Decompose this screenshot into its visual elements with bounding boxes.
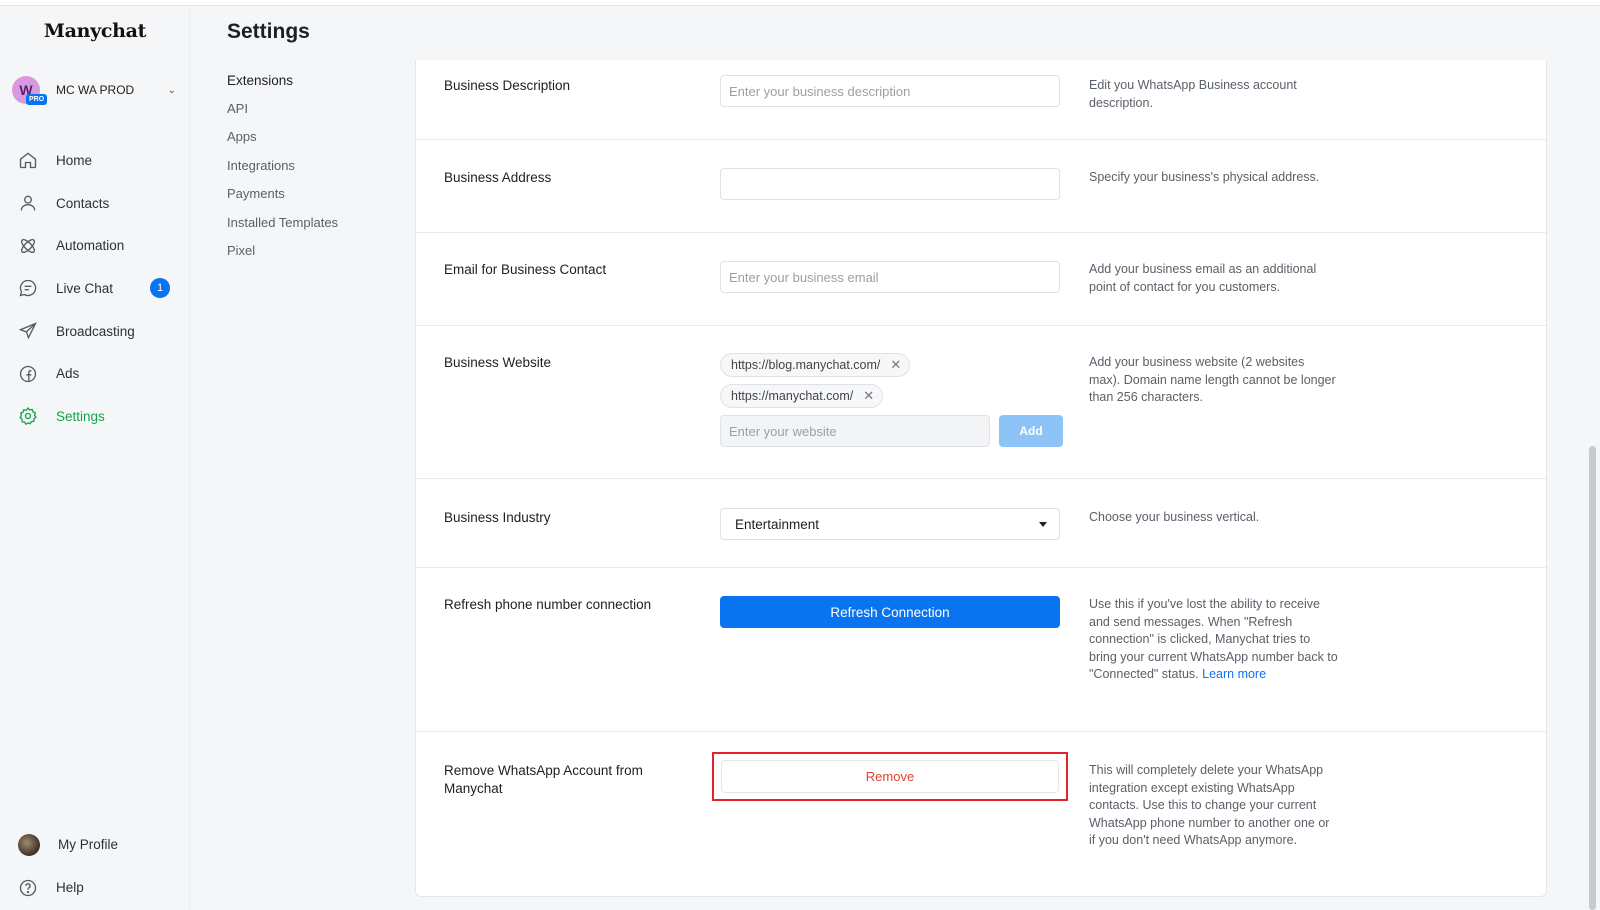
account-avatar: W PRO [12, 76, 48, 105]
pro-badge: PRO [26, 94, 48, 105]
home-icon [19, 152, 37, 169]
sidebar-item-label: Settings [56, 408, 105, 424]
sidebar-item-label: Ads [56, 366, 80, 382]
subnav-item-installed-templates[interactable]: Installed Templates [227, 208, 407, 236]
business-industry-select[interactable]: Entertainment [720, 508, 1060, 540]
website-input[interactable] [720, 415, 990, 447]
automation-icon [20, 238, 36, 253]
business-address-label: Business Address [444, 170, 552, 185]
profile-avatar [18, 833, 40, 856]
business-description-input[interactable] [720, 75, 1060, 107]
business-industry-label: Business Industry [444, 510, 551, 525]
remove-account-row: Remove WhatsApp Account from Manychat Re… [416, 732, 1546, 897]
close-icon[interactable]: ✕ [863, 388, 874, 404]
refresh-connection-help: Use this if you've lost the ability to r… [1089, 596, 1339, 684]
business-email-label: Email for Business Contact [444, 262, 607, 277]
business-address-input[interactable] [720, 168, 1060, 200]
add-website-button[interactable]: Add [999, 415, 1063, 447]
refresh-connection-button[interactable]: Refresh Connection [720, 596, 1060, 628]
website-chip-text: https://manychat.com/ [731, 389, 854, 403]
business-description-row: Business Description Edit you WhatsApp B… [416, 60, 1546, 140]
business-email-help: Add your business email as an additional… [1089, 262, 1317, 294]
send-icon [18, 322, 37, 340]
business-industry-value: Entertainment [735, 516, 820, 532]
business-description-help: Edit you WhatsApp Business account descr… [1089, 78, 1297, 110]
business-description-label: Business Description [444, 78, 571, 93]
website-chip: https://blog.manychat.com/ ✕ [720, 353, 911, 377]
sidebar-item-label: Contacts [56, 195, 110, 211]
manychat-logo[interactable]: Manychat [0, 20, 190, 42]
sidebar-item-contacts[interactable]: Contacts [0, 182, 190, 225]
window-top-edge [0, 0, 1600, 6]
website-chip: https://manychat.com/ ✕ [720, 384, 884, 408]
business-website-row: Business Website https://blog.manychat.c… [416, 326, 1546, 479]
main-nav: Home Contacts Automation Live Chat 1 Bro… [0, 139, 190, 438]
chat-icon [19, 280, 37, 297]
unread-count-badge: 1 [150, 278, 170, 299]
subnav-item-api[interactable]: API [227, 94, 407, 122]
bottom-nav: My Profile Help [0, 823, 190, 909]
sidebar-item-label: Automation [56, 238, 125, 254]
whatsapp-settings-card: Business Description Edit you WhatsApp B… [415, 60, 1547, 897]
subnav-item-apps[interactable]: Apps [227, 123, 407, 151]
remove-account-help: This will completely delete your WhatsAp… [1089, 763, 1330, 848]
refresh-connection-label: Refresh phone number connection [444, 597, 652, 612]
scrollbar-thumb[interactable] [1589, 446, 1596, 910]
business-industry-row: Business Industry Entertainment Choose y… [416, 479, 1546, 568]
business-website-label: Business Website [444, 355, 552, 370]
sidebar: Manychat W PRO MC WA PROD ⌄ Home Contact… [0, 6, 190, 910]
business-email-row: Email for Business Contact Add your busi… [416, 233, 1546, 326]
page-title: Settings [227, 20, 310, 43]
business-address-help: Specify your business's physical address… [1089, 170, 1320, 184]
caret-down-icon [1039, 521, 1047, 527]
learn-more-link[interactable]: Learn more [1202, 667, 1266, 681]
sidebar-item-live-chat[interactable]: Live Chat 1 [0, 267, 190, 310]
sidebar-item-broadcasting[interactable]: Broadcasting [0, 310, 190, 353]
website-chip-text: https://blog.manychat.com/ [731, 358, 881, 372]
business-email-input[interactable] [720, 261, 1060, 293]
user-icon [20, 195, 36, 211]
sidebar-item-ads[interactable]: Ads [0, 352, 190, 395]
facebook-icon [19, 365, 37, 382]
business-industry-help: Choose your business vertical. [1089, 510, 1260, 524]
remove-highlight-box: Remove [712, 752, 1068, 801]
subnav-heading-extensions[interactable]: Extensions [227, 66, 407, 94]
account-name: MC WA PROD [56, 83, 135, 97]
subnav-item-pixel[interactable]: Pixel [227, 236, 407, 264]
chevron-down-icon[interactable]: ⌄ [168, 85, 176, 96]
business-address-row: Business Address Specify your business's… [416, 140, 1546, 233]
sidebar-item-my-profile[interactable]: My Profile [0, 823, 190, 866]
subnav-item-payments[interactable]: Payments [227, 180, 407, 208]
business-website-help: Add your business website (2 websites ma… [1089, 355, 1336, 405]
sidebar-item-label: Home [56, 152, 93, 168]
sidebar-item-label: Broadcasting [56, 323, 135, 339]
sidebar-item-help[interactable]: Help [0, 866, 190, 909]
remove-account-button[interactable]: Remove [721, 760, 1059, 793]
subnav-item-integrations[interactable]: Integrations [227, 151, 407, 179]
refresh-connection-row: Refresh phone number connection Refresh … [416, 568, 1546, 732]
sidebar-item-label: Help [56, 880, 84, 895]
help-icon [19, 879, 37, 896]
sidebar-item-automation[interactable]: Automation [0, 224, 190, 267]
sidebar-item-label: My Profile [58, 837, 119, 852]
remove-account-label: Remove WhatsApp Account from Manychat [444, 763, 643, 796]
sidebar-item-home[interactable]: Home [0, 139, 190, 182]
account-switcher[interactable]: W PRO MC WA PROD ⌄ [12, 73, 180, 107]
sidebar-item-label: Live Chat [56, 280, 114, 296]
sidebar-item-settings[interactable]: Settings [0, 395, 190, 438]
close-icon[interactable]: ✕ [890, 357, 901, 373]
gear-icon [19, 407, 37, 426]
settings-subnav: Extensions API Apps Integrations Payment… [227, 66, 407, 265]
